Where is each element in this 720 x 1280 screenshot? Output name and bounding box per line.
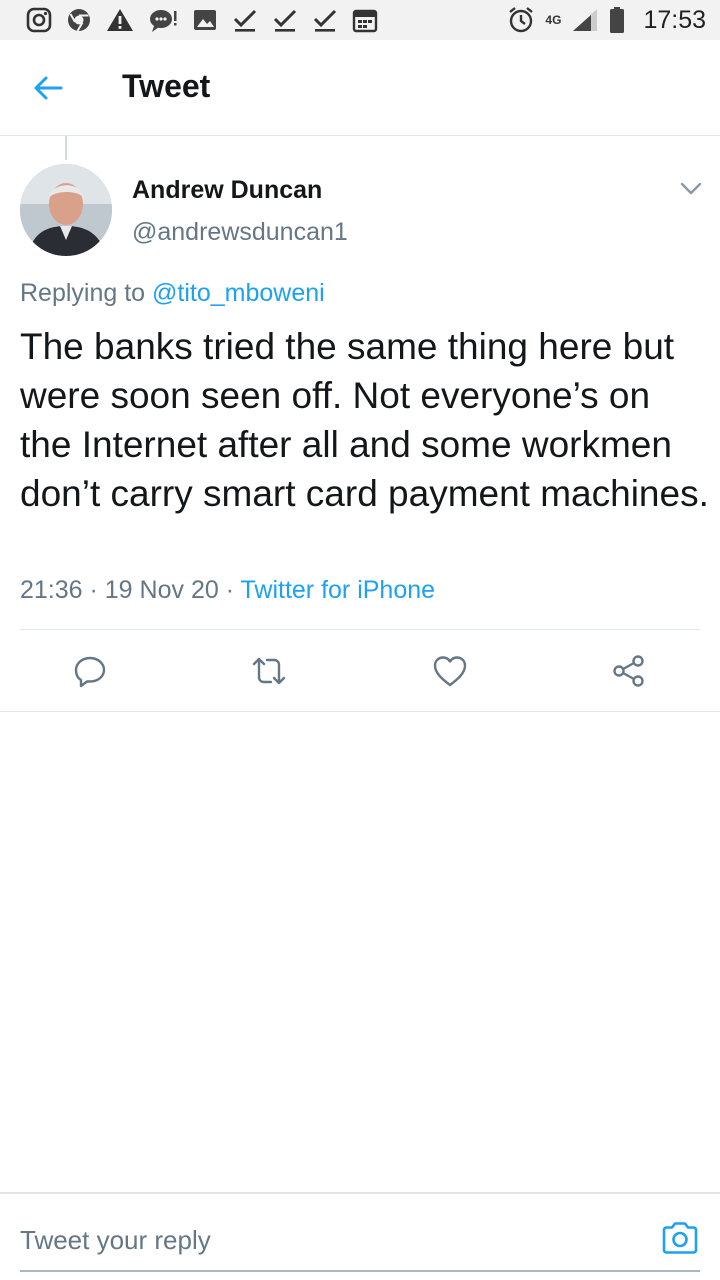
like-button[interactable]: [426, 646, 474, 696]
network-icon: 4G: [545, 12, 562, 27]
reply-input-underline: [20, 1270, 700, 1272]
check-icon: [272, 7, 298, 33]
tweet-time: 21:36: [20, 576, 83, 604]
check-icon: [312, 7, 338, 33]
tweet-source-link[interactable]: Twitter for iPhone: [241, 576, 436, 604]
heart-icon: [433, 656, 467, 687]
check-icon: [232, 7, 258, 33]
reply-button[interactable]: [66, 646, 114, 696]
instagram-icon: [26, 7, 52, 33]
tweet-actions: [0, 646, 720, 696]
network-type-label: 4G: [545, 12, 562, 27]
chrome-icon: [66, 7, 92, 33]
author-handle[interactable]: @andrewsduncan1: [132, 218, 348, 247]
calendar-icon: [352, 7, 378, 33]
reply-icon: [74, 656, 106, 688]
avatar[interactable]: [20, 164, 112, 256]
replying-to-link[interactable]: @tito_mboweni: [152, 279, 325, 307]
camera-button[interactable]: [658, 1218, 702, 1258]
tweet-options-button[interactable]: [676, 174, 706, 204]
tweet-date: 19 Nov 20: [104, 576, 219, 604]
replying-to: Replying to @tito_mboweni: [20, 279, 325, 308]
retweet-button[interactable]: [245, 646, 293, 696]
status-bar: 4G 17:53: [0, 0, 720, 40]
warning-icon: [106, 7, 134, 33]
share-icon: [613, 655, 644, 687]
arrow-left-icon: [34, 76, 63, 100]
divider: [0, 711, 720, 712]
notification-icons: [26, 7, 378, 33]
reply-composer: [0, 1192, 720, 1280]
share-button[interactable]: [605, 646, 653, 696]
system-icons: 4G 17:53: [507, 6, 706, 35]
image-icon: [192, 7, 218, 33]
meta-separator: ·: [82, 576, 105, 604]
tweet-meta: 21:36 · 19 Nov 20 · Twitter for iPhone: [20, 576, 435, 605]
status-time: 17:53: [643, 5, 706, 34]
camera-icon: [662, 1222, 698, 1254]
battery-icon: [609, 6, 625, 34]
thread-connector: [65, 136, 67, 160]
app-header: Tweet: [0, 40, 720, 136]
replying-prefix: Replying to: [20, 279, 153, 307]
alarm-icon: [507, 6, 535, 34]
meta-separator: ·: [218, 576, 241, 604]
chevron-down-icon: [680, 182, 702, 195]
author-name[interactable]: Andrew Duncan: [132, 176, 322, 205]
page-title: Tweet: [122, 68, 211, 104]
chat-icon: [148, 7, 178, 33]
retweet-icon: [252, 657, 286, 685]
signal-icon: [571, 7, 599, 33]
tweet-text: The banks tried the same thing here but …: [20, 326, 709, 514]
back-button[interactable]: [28, 72, 68, 104]
reply-input[interactable]: [20, 1220, 620, 1260]
divider: [20, 629, 700, 630]
